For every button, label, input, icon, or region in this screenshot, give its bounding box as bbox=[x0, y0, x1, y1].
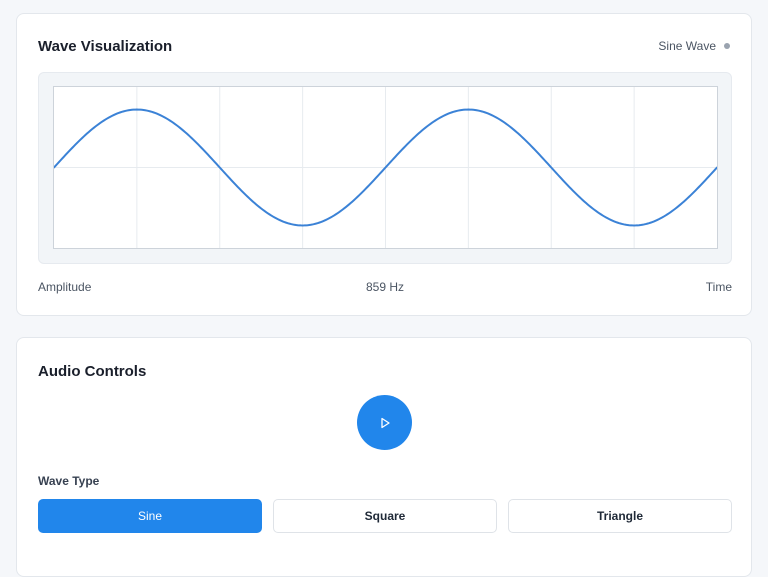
frequency-readout: 859 Hz bbox=[365, 280, 405, 294]
status-dot-icon bbox=[724, 43, 730, 49]
wave-visualization-card: Wave Visualization Sine Wave Amplitude 8… bbox=[16, 13, 752, 316]
wave-type-square-button[interactable]: Square bbox=[273, 499, 497, 533]
wave-type-label: Wave Type bbox=[38, 474, 100, 488]
wave-type-triangle-button[interactable]: Triangle bbox=[508, 499, 732, 533]
play-button[interactable] bbox=[357, 395, 412, 450]
wave-plot-frame bbox=[38, 72, 732, 264]
wave-type-selector: Sine Square Triangle bbox=[38, 499, 732, 533]
audio-controls-card: Audio Controls Wave Type Sine Square Tri… bbox=[16, 337, 752, 577]
wave-visualization-title: Wave Visualization bbox=[38, 38, 173, 55]
wave-plot bbox=[54, 87, 717, 248]
time-axis-label: Time bbox=[705, 280, 732, 294]
play-icon bbox=[380, 417, 390, 428]
wave-plot-area bbox=[53, 86, 718, 249]
wave-status-label: Sine Wave bbox=[658, 39, 716, 53]
wave-status: Sine Wave bbox=[658, 39, 730, 53]
audio-controls-title: Audio Controls bbox=[38, 363, 147, 380]
wave-type-sine-button[interactable]: Sine bbox=[38, 499, 262, 533]
